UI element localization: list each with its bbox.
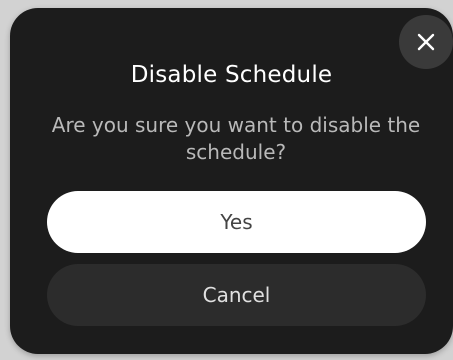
close-button[interactable] [399, 15, 453, 69]
yes-button-label: Yes [220, 210, 253, 234]
screen: Disable Schedule Are you sure you want t… [0, 0, 453, 360]
cancel-button[interactable]: Cancel [47, 264, 426, 326]
dialog-title: Disable Schedule [130, 62, 333, 88]
dialog-message: Are you sure you want to disable the sch… [51, 113, 421, 164]
yes-button[interactable]: Yes [47, 191, 426, 253]
cancel-button-label: Cancel [202, 283, 271, 307]
close-icon [417, 33, 435, 51]
